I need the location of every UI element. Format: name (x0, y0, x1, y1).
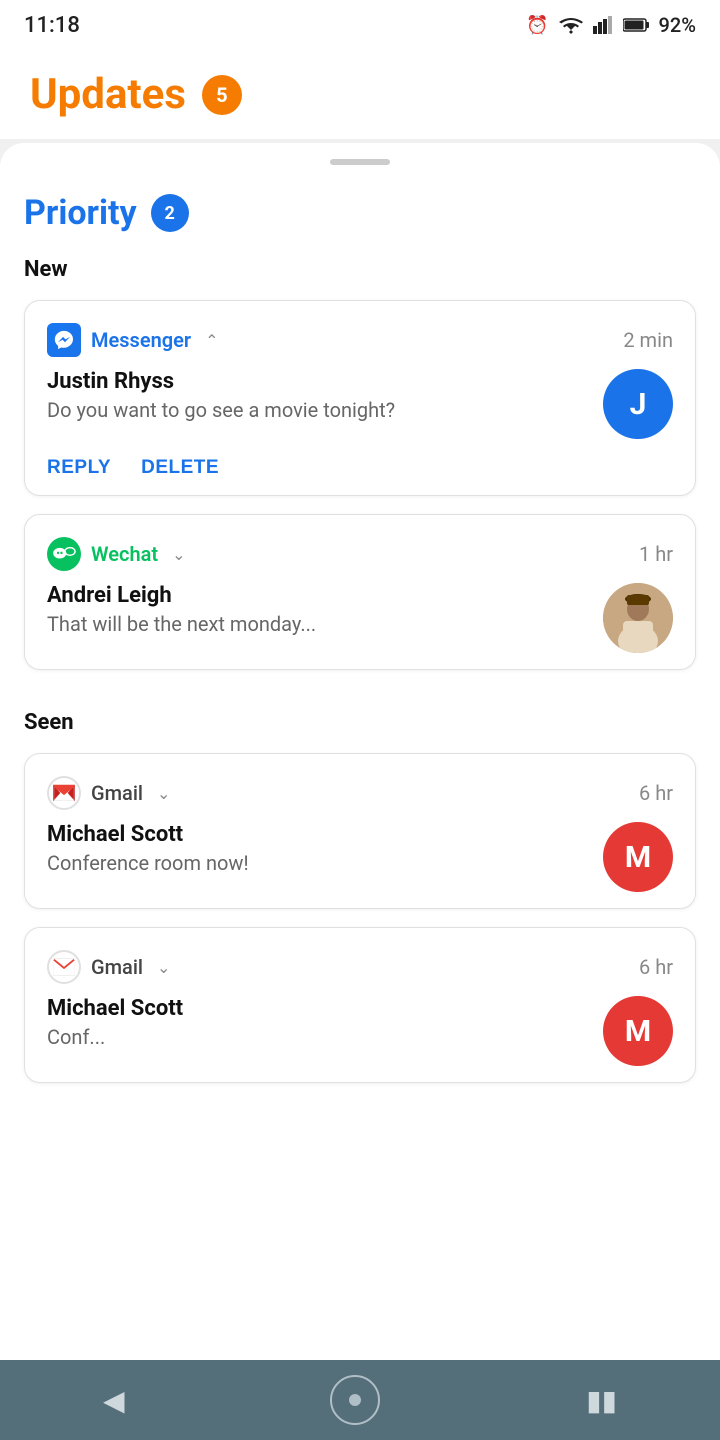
wechat-sender: Andrei Leigh (47, 583, 587, 608)
gmail-app-info-1: Gmail ⌄ (47, 776, 170, 810)
gmail-chevron-icon-1[interactable]: ⌄ (157, 784, 170, 803)
gmail-sender-2: Michael Scott (47, 996, 587, 1021)
navigation-bar: ◀ ▮▮ (0, 1360, 720, 1440)
gmail-app-name-1: Gmail (91, 781, 143, 805)
new-section-label: New (24, 257, 696, 282)
priority-title: Priority (24, 193, 137, 233)
card-header-gmail-2: Gmail ⌄ 6 hr (47, 950, 673, 984)
messenger-app-icon (47, 323, 81, 357)
messenger-time: 2 min (623, 328, 673, 352)
header: Updates 5 (0, 50, 720, 139)
messenger-delete-button[interactable]: DELETE (141, 457, 219, 479)
gmail-card-body-1: Michael Scott Conference room now! M (47, 822, 673, 892)
gmail-chevron-icon-2[interactable]: ⌄ (157, 958, 170, 977)
wifi-icon (559, 16, 583, 34)
page-title: Updates (30, 70, 186, 119)
home-indicator (330, 1375, 380, 1425)
gmail-notification-card-1: Gmail ⌄ 6 hr Michael Scott Conference ro… (24, 753, 696, 909)
gmail-content-2: Michael Scott Conf... (47, 996, 587, 1049)
messenger-content: Justin Rhyss Do you want to go see a mov… (47, 369, 587, 422)
gmail-content-1: Michael Scott Conference room now! (47, 822, 587, 875)
gmail-app-name-2: Gmail (91, 955, 143, 979)
battery-icon (623, 18, 649, 32)
messenger-notification-card: Messenger ⌃ 2 min Justin Rhyss Do you wa… (24, 300, 696, 496)
wechat-app-info: Wechat ⌄ (47, 537, 185, 571)
signal-icon (593, 16, 613, 34)
alarm-icon: ⏰ (526, 15, 548, 36)
battery-percentage: 92% (659, 13, 696, 37)
messenger-sender: Justin Rhyss (47, 369, 587, 394)
priority-section-header: Priority 2 (24, 193, 696, 233)
gmail-message-1: Conference room now! (47, 851, 587, 875)
sheet-handle[interactable] (330, 159, 390, 165)
seen-section: Seen (24, 710, 696, 1083)
home-button[interactable] (330, 1375, 380, 1425)
wechat-app-icon (47, 537, 81, 571)
seen-section-label: Seen (24, 710, 696, 735)
wechat-time: 1 hr (639, 542, 673, 566)
gmail-app-icon-1 (47, 776, 81, 810)
status-bar: 11:18 ⏰ 92% (0, 0, 720, 50)
wechat-message: That will be the next monday... (47, 612, 587, 636)
gmail-avatar-2: M (603, 996, 673, 1066)
gmail-message-2: Conf... (47, 1025, 587, 1049)
messenger-message: Do you want to go see a movie tonight? (47, 398, 587, 422)
gmail-time-2: 6 hr (639, 955, 673, 979)
wechat-card-body: Andrei Leigh That will be the next monda… (47, 583, 673, 653)
wechat-chevron-icon[interactable]: ⌄ (172, 545, 185, 564)
gmail-avatar-1: M (603, 822, 673, 892)
gmail-card-body-2: Michael Scott Conf... M (47, 996, 673, 1066)
messenger-app-name: Messenger (91, 328, 191, 352)
messenger-chevron-icon[interactable]: ⌃ (205, 331, 218, 350)
wechat-content: Andrei Leigh That will be the next monda… (47, 583, 587, 636)
messenger-reply-button[interactable]: REPLY (47, 457, 111, 479)
gmail-app-info-2: Gmail ⌄ (47, 950, 170, 984)
gmail-notification-card-2: Gmail ⌄ 6 hr Michael Scott Conf... M (24, 927, 696, 1083)
messenger-card-body: Justin Rhyss Do you want to go see a mov… (47, 369, 673, 439)
messenger-app-info: Messenger ⌃ (47, 323, 219, 357)
wechat-notification-card: Wechat ⌄ 1 hr Andrei Leigh That will be … (24, 514, 696, 670)
card-header-messenger: Messenger ⌃ 2 min (47, 323, 673, 357)
card-header-gmail-1: Gmail ⌄ 6 hr (47, 776, 673, 810)
messenger-avatar: J (603, 369, 673, 439)
bottom-sheet: Priority 2 New Messenger ⌃ 2 min Justin … (0, 143, 720, 1423)
messenger-actions: REPLY DELETE (47, 457, 673, 479)
back-button[interactable]: ◀ (103, 1384, 125, 1417)
recents-button[interactable]: ▮▮ (586, 1384, 617, 1417)
status-icons: ⏰ 92% (526, 13, 696, 37)
wechat-avatar (603, 583, 673, 653)
gmail-app-icon-2 (47, 950, 81, 984)
card-header-wechat: Wechat ⌄ 1 hr (47, 537, 673, 571)
status-time: 11:18 (24, 13, 80, 38)
gmail-time-1: 6 hr (639, 781, 673, 805)
updates-badge: 5 (202, 75, 242, 115)
priority-badge: 2 (151, 194, 189, 232)
gmail-sender-1: Michael Scott (47, 822, 587, 847)
wechat-app-name: Wechat (91, 542, 158, 566)
